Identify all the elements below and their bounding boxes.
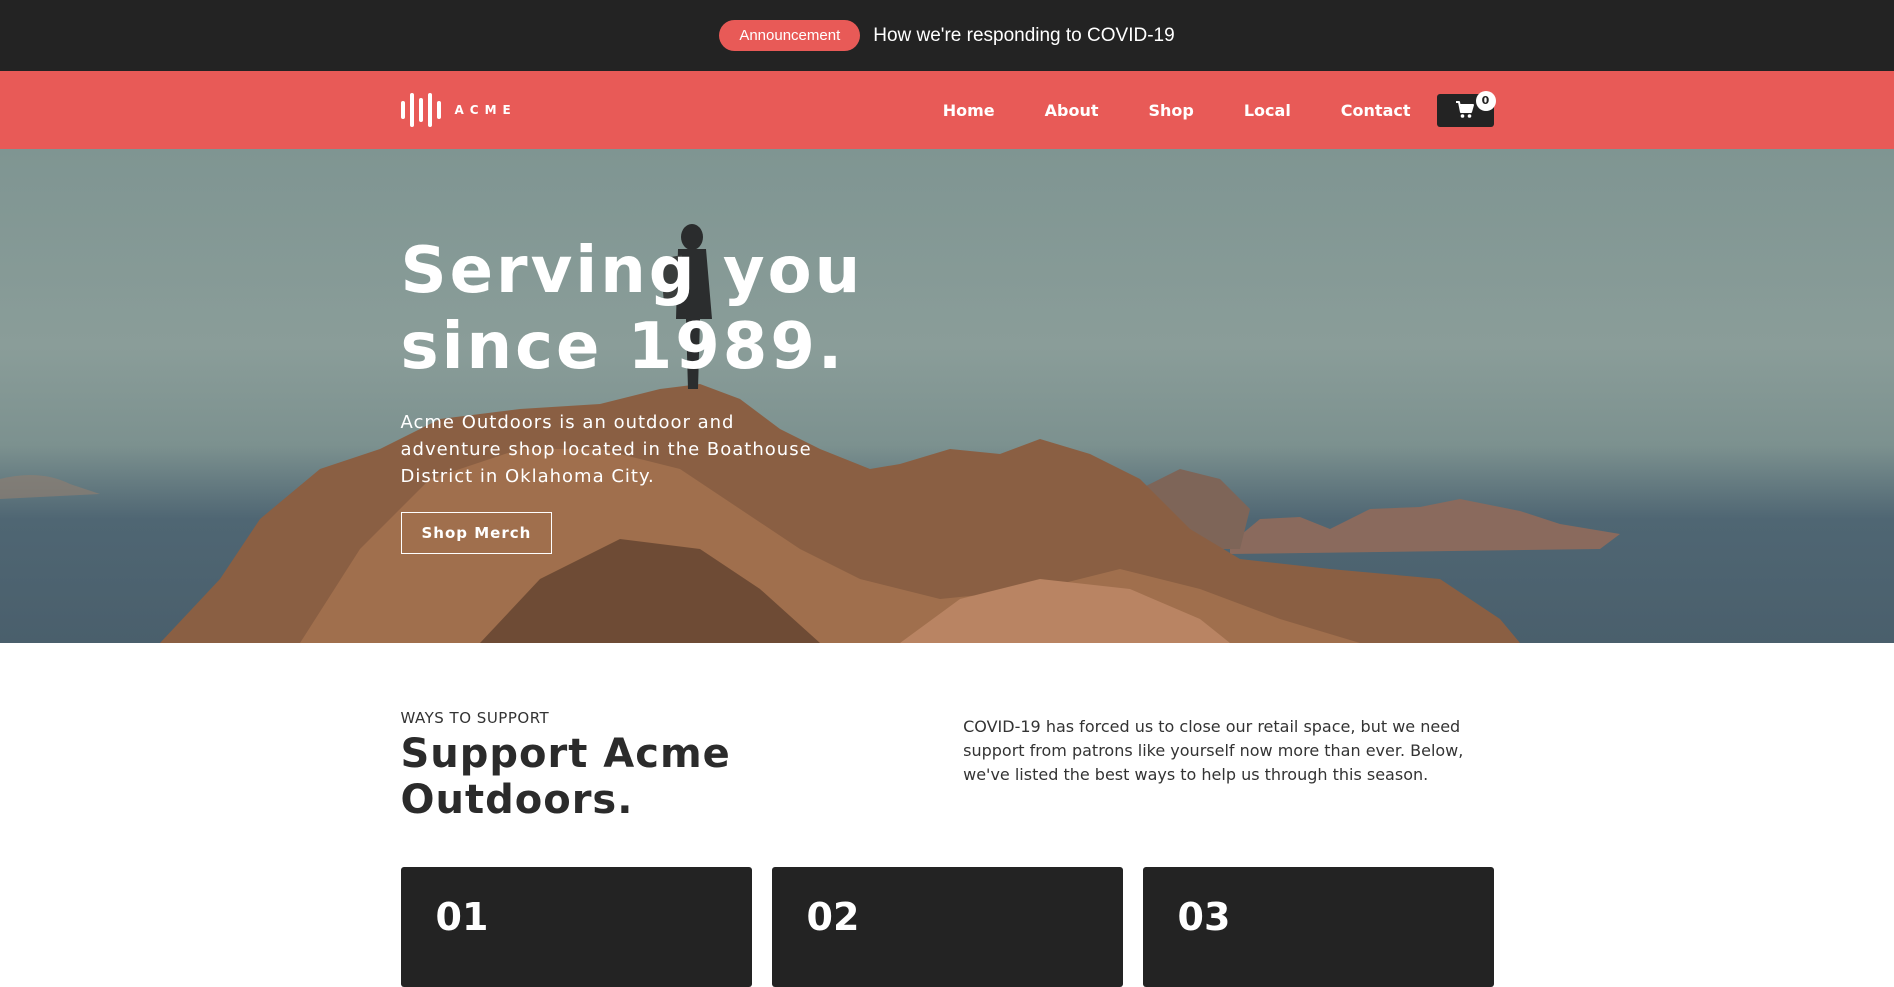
- nav-about[interactable]: About: [1045, 101, 1099, 120]
- hero-title-line2: since 1989.: [400, 310, 846, 384]
- announcement-badge[interactable]: Announcement: [719, 20, 861, 51]
- hero-section: Serving you since 1989. Acme Outdoors is…: [0, 149, 1894, 643]
- nav-contact[interactable]: Contact: [1341, 101, 1411, 120]
- announcement-bar: Announcement How we're responding to COV…: [0, 0, 1894, 71]
- nav-shop[interactable]: Shop: [1148, 101, 1193, 120]
- site-header: ACME Home About Shop Local Contact 0: [0, 71, 1894, 149]
- support-card-number: 02: [806, 895, 860, 939]
- support-cards: 01 02 03: [400, 867, 1494, 987]
- announcement-link[interactable]: How we're responding to COVID-19: [873, 25, 1174, 47]
- shop-merch-button[interactable]: Shop Merch: [400, 512, 553, 554]
- support-heading: WAYS TO SUPPORT Support Acme Outdoors.: [401, 709, 964, 823]
- support-description: COVID-19 has forced us to close our reta…: [963, 717, 1464, 784]
- support-card-number: 03: [1177, 895, 1231, 939]
- logo-text: ACME: [454, 103, 517, 117]
- support-section: WAYS TO SUPPORT Support Acme Outdoors. C…: [0, 643, 1894, 987]
- support-card[interactable]: 02: [771, 867, 1123, 987]
- nav-local[interactable]: Local: [1244, 101, 1291, 120]
- support-eyebrow: WAYS TO SUPPORT: [400, 709, 550, 727]
- logo-icon: [400, 93, 441, 127]
- hero-title-line1: Serving you: [400, 234, 864, 308]
- cart-button[interactable]: 0: [1436, 90, 1496, 127]
- support-card-number: 01: [435, 895, 489, 939]
- nav-home[interactable]: Home: [943, 101, 995, 120]
- logo[interactable]: ACME: [400, 93, 517, 127]
- cart-count-badge: 0: [1475, 90, 1496, 111]
- hero-description: Acme Outdoors is an outdoor and adventur…: [400, 412, 812, 487]
- hero-title: Serving you since 1989.: [401, 233, 921, 385]
- support-title: Support Acme Outdoors.: [400, 731, 731, 823]
- support-card[interactable]: 01: [400, 867, 752, 987]
- support-card[interactable]: 03: [1142, 867, 1494, 987]
- main-nav: Home About Shop Local Contact 0: [943, 90, 1496, 127]
- cart-icon: [1456, 101, 1474, 118]
